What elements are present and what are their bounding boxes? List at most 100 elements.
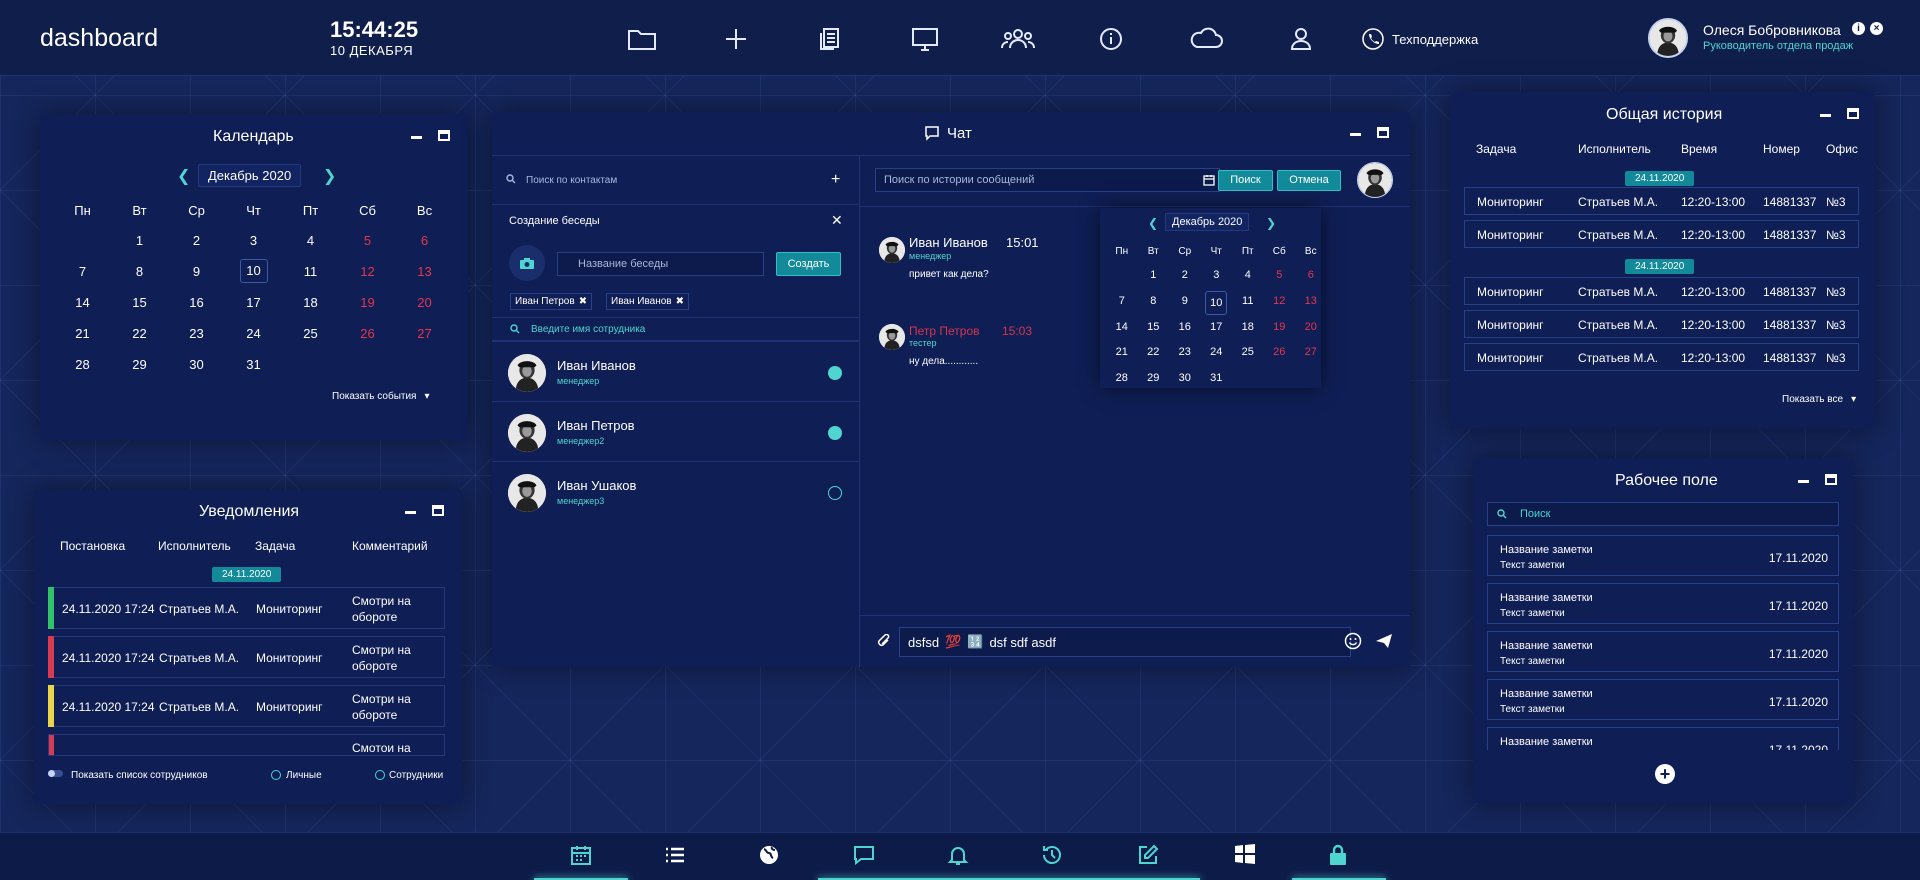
- radio-employees[interactable]: [375, 770, 385, 780]
- calendar-day[interactable]: 5: [339, 225, 396, 256]
- show-all-button[interactable]: Показать все ▾: [1782, 394, 1856, 405]
- edit-icon[interactable]: [1136, 843, 1162, 869]
- remove-tag-icon[interactable]: ✖: [676, 296, 684, 307]
- calendar-day[interactable]: 21: [1106, 340, 1138, 366]
- calendar-icon[interactable]: [1203, 174, 1215, 186]
- add-contact-icon[interactable]: +: [831, 171, 840, 189]
- contact-item[interactable]: Иван Иванов менеджер: [492, 341, 860, 401]
- calendar-day[interactable]: 1: [1138, 263, 1170, 289]
- send-icon[interactable]: [1375, 633, 1393, 649]
- calendar-day[interactable]: 16: [1169, 315, 1201, 341]
- calendar-day[interactable]: 9: [1169, 289, 1201, 315]
- radio-personal[interactable]: [271, 770, 281, 780]
- lock-icon[interactable]: [1326, 843, 1352, 869]
- calendar-day[interactable]: 17: [1201, 315, 1233, 341]
- minimize-icon[interactable]: [1798, 480, 1809, 483]
- calendar-day[interactable]: 2: [168, 225, 225, 256]
- calendar-day[interactable]: 31: [225, 349, 282, 380]
- calendar-day[interactable]: 8: [1138, 289, 1170, 315]
- calendar-day[interactable]: 3: [225, 225, 282, 256]
- attach-icon[interactable]: [877, 634, 891, 648]
- calendar-day[interactable]: 7: [1106, 289, 1138, 315]
- monitor-icon[interactable]: [910, 26, 940, 52]
- calendar-day[interactable]: 30: [168, 349, 225, 380]
- notes-scroll-area[interactable]: Название заметки Текст заметки 17.11.2020 Н…: [1473, 534, 1853, 750]
- windows-icon[interactable]: [1234, 843, 1260, 869]
- calendar-day[interactable]: 17: [225, 287, 282, 318]
- user-avatar[interactable]: [1648, 18, 1688, 58]
- calendar-day[interactable]: 25: [282, 318, 339, 349]
- notification-row[interactable]: 24.11.2020 17:24 Стратьев М.А. Мониторинг С…: [48, 587, 445, 629]
- calendar-day[interactable]: 29: [1138, 366, 1170, 392]
- calendar-day[interactable]: 22: [1138, 340, 1170, 366]
- next-month-icon[interactable]: ❯: [1266, 216, 1276, 230]
- close-icon[interactable]: ×: [1870, 22, 1883, 35]
- calendar-day[interactable]: 12: [339, 256, 396, 287]
- prev-month-icon[interactable]: ❮: [177, 166, 190, 186]
- calendar-day[interactable]: 13: [1295, 289, 1327, 315]
- calendar-day[interactable]: 4: [282, 225, 339, 256]
- calendar-day[interactable]: 31: [1201, 366, 1233, 392]
- history-row[interactable]: Мониторинг Стратьев М.А. 12:20-13:00 148813…: [1464, 277, 1859, 305]
- bell-icon[interactable]: [946, 843, 972, 869]
- globe-icon[interactable]: [757, 843, 783, 869]
- minimize-icon[interactable]: [1820, 114, 1831, 117]
- calendar-day[interactable]: 14: [1106, 315, 1138, 341]
- calendar-day[interactable]: 19: [1264, 315, 1296, 341]
- calendar-day[interactable]: 7: [54, 256, 111, 287]
- calendar-day[interactable]: 11: [1232, 289, 1264, 315]
- search-button[interactable]: Поиск: [1218, 170, 1273, 191]
- note-item[interactable]: Название заметки 17.11.2020: [1487, 727, 1839, 750]
- calendar-day[interactable]: 26: [339, 318, 396, 349]
- calendar-day[interactable]: 10: [1205, 290, 1228, 315]
- calendar-day[interactable]: 28: [54, 349, 111, 380]
- calendar-icon[interactable]: [569, 843, 595, 869]
- workspace-search-input[interactable]: Поиск: [1487, 502, 1839, 526]
- calendar-day[interactable]: 6: [396, 225, 453, 256]
- calendar-day[interactable]: 27: [396, 318, 453, 349]
- calendar-day[interactable]: 20: [1295, 315, 1327, 341]
- documents-icon[interactable]: [817, 26, 847, 52]
- calendar-day[interactable]: 11: [282, 256, 339, 287]
- restore-icon[interactable]: [1377, 127, 1389, 138]
- cloud-icon[interactable]: [1188, 26, 1224, 52]
- list-icon[interactable]: [663, 843, 689, 869]
- calendar-day[interactable]: 21: [54, 318, 111, 349]
- plus-icon[interactable]: [722, 26, 752, 52]
- calendar-day[interactable]: 15: [1138, 315, 1170, 341]
- calendar-day[interactable]: 10: [239, 259, 268, 283]
- calendar-day[interactable]: 27: [1295, 340, 1327, 366]
- calendar-day[interactable]: 30: [1169, 366, 1201, 392]
- calendar-day[interactable]: 5: [1264, 263, 1296, 289]
- calendar-day[interactable]: 18: [1232, 315, 1264, 341]
- calendar-day[interactable]: 20: [396, 287, 453, 318]
- maximize-icon[interactable]: [1847, 108, 1859, 119]
- calendar-day[interactable]: 24: [1201, 340, 1233, 366]
- chat-name-input[interactable]: Название беседы: [557, 252, 764, 276]
- calendar-day[interactable]: 12: [1264, 289, 1296, 315]
- notification-row[interactable]: 24.11.2020 17:24 Стратьев М.А. Мониторинг С…: [48, 636, 445, 678]
- history-row[interactable]: Мониторинг Стратьев М.А. 12:20-13:00 148813…: [1464, 187, 1859, 215]
- calendar-day[interactable]: 29: [111, 349, 168, 380]
- chat-icon[interactable]: [852, 843, 878, 869]
- cancel-button[interactable]: Отмена: [1277, 170, 1341, 191]
- picker-month-label[interactable]: Декабрь 2020: [1165, 213, 1250, 231]
- contact-item[interactable]: Иван Ушаков менеджер3: [492, 461, 860, 521]
- history-search-input[interactable]: Поиск по истории сообщений: [875, 168, 1220, 192]
- notification-row[interactable]: Смотои на: [48, 734, 445, 756]
- calendar-day[interactable]: 13: [396, 256, 453, 287]
- minimize-icon[interactable]: [405, 511, 416, 514]
- add-note-icon[interactable]: +: [1655, 764, 1675, 784]
- calendar-day[interactable]: 23: [1169, 340, 1201, 366]
- info-icon[interactable]: [1098, 26, 1128, 52]
- minimize-icon[interactable]: [1350, 133, 1361, 136]
- history-icon[interactable]: [1040, 843, 1066, 869]
- calendar-day[interactable]: 18: [282, 287, 339, 318]
- maximize-icon[interactable]: [432, 505, 444, 516]
- calendar-day[interactable]: 8: [111, 256, 168, 287]
- minimize-icon[interactable]: [411, 136, 422, 139]
- calendar-day[interactable]: 16: [168, 287, 225, 318]
- users-icon[interactable]: [1001, 26, 1035, 52]
- calendar-day[interactable]: 14: [54, 287, 111, 318]
- create-chat-button[interactable]: Создать: [776, 252, 841, 276]
